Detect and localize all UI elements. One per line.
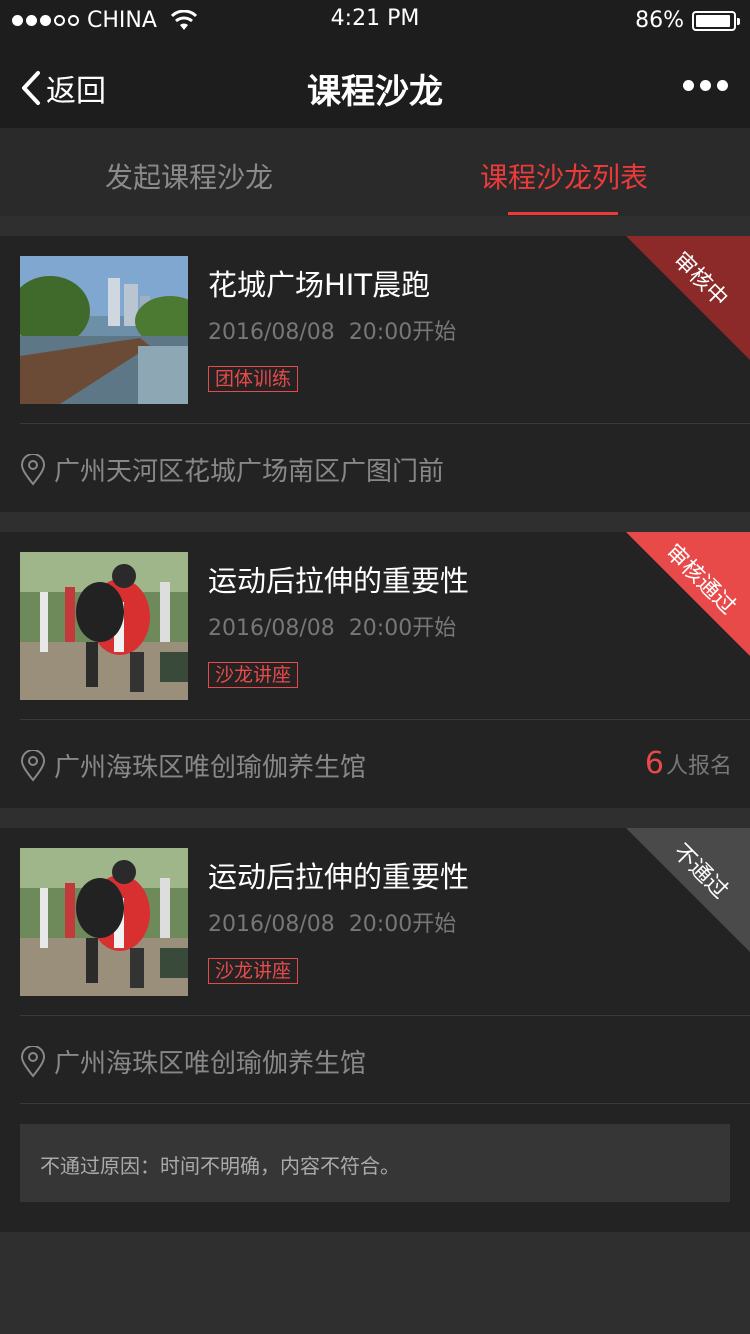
signup-suffix: 人报名: [665, 754, 732, 779]
list-item[interactable]: 花城广场HIT晨跑 2016/08/08 20:00开始 团体训练 审核中 广州天…: [0, 236, 750, 512]
category-tag: 沙龙讲座: [208, 662, 299, 688]
event-date: 2016/08/08: [208, 320, 335, 345]
event-date: 2016/08/08: [208, 912, 335, 937]
battery-percent: 86%: [635, 8, 684, 33]
status-badge: 不通过: [626, 828, 750, 952]
event-time: 20:00开始: [348, 320, 457, 345]
status-badge: 审核通过: [626, 532, 750, 656]
divider: [20, 423, 750, 424]
event-thumbnail: [20, 848, 188, 996]
tab-create-salon[interactable]: 发起课程沙龙: [105, 156, 273, 196]
list-item[interactable]: 运动后拉伸的重要性 2016/08/08 20:00开始 沙龙讲座 不通过 广州海…: [0, 828, 750, 1232]
location-pin-icon: [20, 453, 46, 486]
more-icon[interactable]: [683, 80, 728, 91]
event-time: 20:00开始: [348, 912, 457, 937]
category-tag: 沙龙讲座: [208, 958, 299, 984]
rejection-reason-box: 不通过原因：时间不明确，内容不符合。: [20, 1124, 730, 1202]
event-title: 运动后拉伸的重要性: [208, 860, 470, 894]
event-date: 2016/08/08: [208, 616, 335, 641]
divider: [20, 1103, 750, 1104]
event-thumbnail: [20, 256, 188, 404]
rejection-reason: 不通过原因：时间不明确，内容不符合。: [40, 1154, 400, 1178]
event-location: 广州天河区花城广场南区广图门前: [20, 451, 444, 488]
event-datetime: 2016/08/08 20:00开始: [208, 906, 456, 938]
divider: [20, 1015, 750, 1016]
tab-salon-list[interactable]: 课程沙龙列表: [480, 156, 648, 196]
page-title: 课程沙龙: [307, 72, 443, 112]
signup-count: 6人报名: [645, 746, 732, 781]
divider: [20, 719, 750, 720]
navigation-bar: 返回 课程沙龙: [0, 44, 750, 128]
event-location: 广州海珠区唯创瑜伽养生馆: [20, 747, 366, 784]
active-tab-indicator: [508, 212, 618, 215]
battery-status: 86%: [635, 8, 740, 33]
event-datetime: 2016/08/08 20:00开始: [208, 610, 456, 642]
location-text: 广州海珠区唯创瑜伽养生馆: [54, 753, 367, 783]
location-pin-icon: [20, 1045, 46, 1078]
location-pin-icon: [20, 749, 46, 782]
status-badge: 审核中: [626, 236, 750, 360]
location-text: 广州天河区花城广场南区广图门前: [54, 457, 445, 487]
signup-number: 6: [644, 746, 664, 781]
status-bar: CHINA 4:21 PM 86%: [0, 0, 750, 44]
event-datetime: 2016/08/08 20:00开始: [208, 314, 456, 346]
event-title: 花城广场HIT晨跑: [208, 268, 431, 302]
location-text: 广州海珠区唯创瑜伽养生馆: [54, 1049, 367, 1079]
category-tag: 团体训练: [208, 366, 299, 392]
event-thumbnail: [20, 552, 188, 700]
event-title: 运动后拉伸的重要性: [208, 564, 470, 598]
list-item[interactable]: 运动后拉伸的重要性 2016/08/08 20:00开始 沙龙讲座 审核通过 广州…: [0, 532, 750, 808]
tab-bar: 发起课程沙龙 课程沙龙列表: [0, 128, 750, 216]
battery-icon: [692, 10, 740, 31]
event-location: 广州海珠区唯创瑜伽养生馆: [20, 1043, 366, 1080]
event-time: 20:00开始: [348, 616, 457, 641]
